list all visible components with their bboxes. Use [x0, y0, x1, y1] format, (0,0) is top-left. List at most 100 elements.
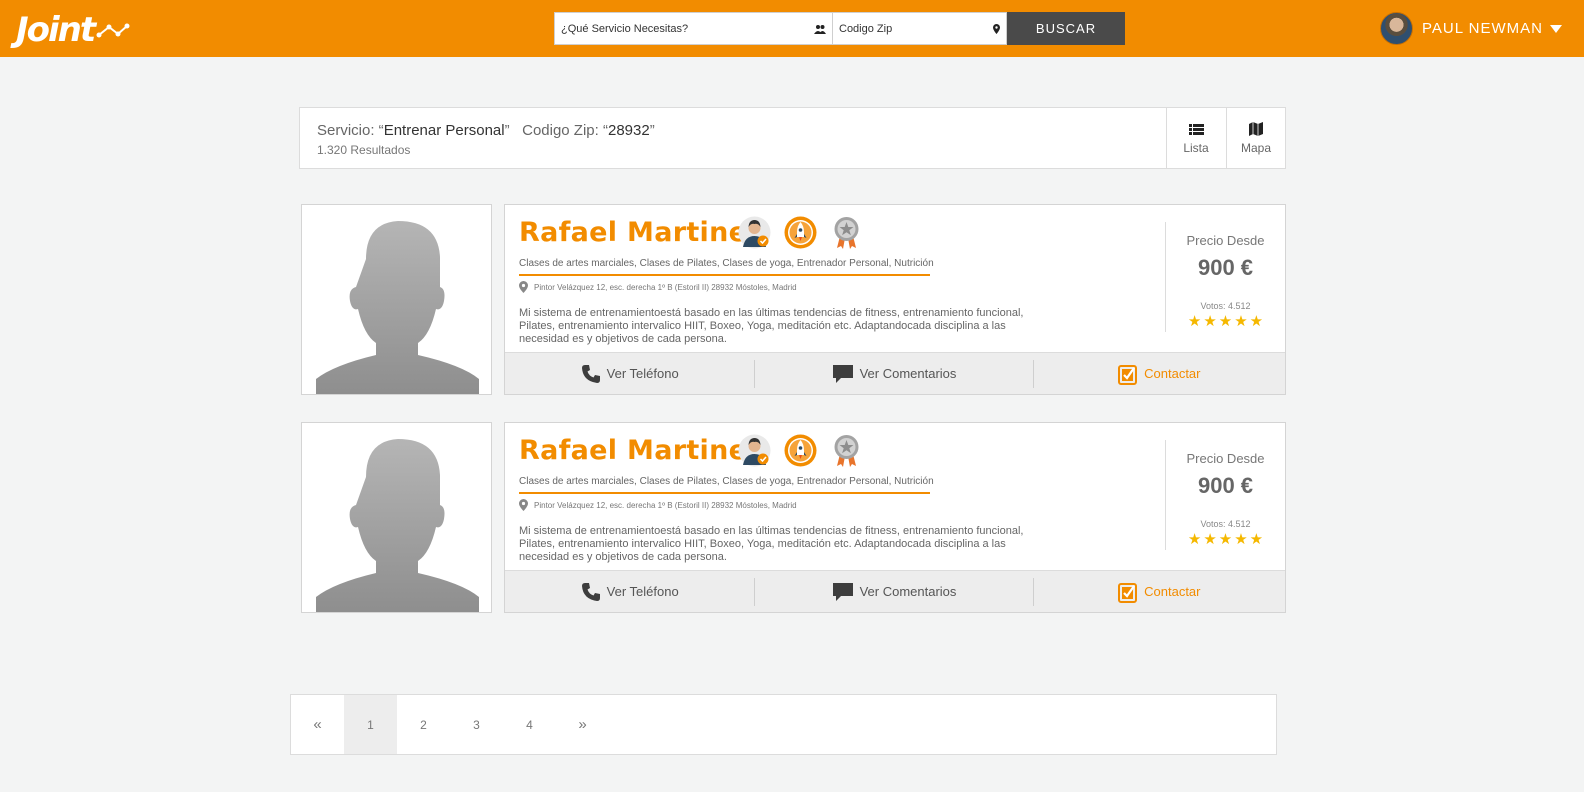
- star-icon: ★: [1234, 313, 1248, 330]
- star-icon: ★: [1203, 313, 1217, 330]
- provider-description: Mi sistema de entrenamientoestá basado e…: [519, 525, 1024, 563]
- zip-prefix: Codigo Zip: “: [522, 122, 608, 139]
- card-actions: Ver Teléfono Ver Comentarios Contactar: [505, 352, 1285, 394]
- top-navigation-bar: Joint Buscar PAUL NEWMAN: [0, 0, 1584, 57]
- view-phone-label: Ver Teléfono: [606, 584, 679, 599]
- map-view-label: Mapa: [1240, 141, 1272, 155]
- phone-icon: [581, 582, 601, 602]
- person-silhouette-icon: [316, 439, 479, 612]
- price-box: Precio Desde 900 € Votos: 4.512 ★ ★ ★ ★ ★: [1165, 222, 1285, 332]
- map-icon: [1249, 121, 1263, 137]
- view-comments-button[interactable]: Ver Comentarios: [755, 353, 1032, 395]
- address: Pintor Velázquez 12, esc. derecha 1º B (…: [519, 281, 797, 293]
- service-prefix: Servicio: “: [317, 122, 384, 139]
- pagination: « 1 2 3 4 »: [290, 694, 1277, 755]
- service-categories: Clases de artes marciales, Clases de Pil…: [519, 258, 934, 269]
- chevron-down-icon: [1550, 25, 1562, 33]
- divider-line: [519, 492, 930, 494]
- price-box: Precio Desde 900 € Votos: 4.512 ★ ★ ★ ★ ★: [1165, 440, 1285, 550]
- verified-user-badge-icon: [738, 216, 771, 249]
- service-search-input[interactable]: [561, 22, 814, 35]
- view-phone-button[interactable]: Ver Teléfono: [505, 353, 754, 395]
- search-bar: Buscar: [554, 12, 1125, 45]
- zip-code-field[interactable]: [833, 12, 1007, 45]
- view-phone-label: Ver Teléfono: [606, 366, 679, 381]
- list-view-label: Lista: [1183, 141, 1209, 155]
- logo-text: Joint: [16, 10, 96, 50]
- badges: [738, 216, 863, 249]
- comment-icon: [832, 364, 854, 384]
- star-icon: ★: [1203, 531, 1217, 548]
- service-value: Entrenar Personal: [383, 122, 505, 139]
- price-label: Precio Desde: [1186, 233, 1265, 248]
- zip-suffix: ”: [649, 122, 655, 139]
- location-pin-icon: [993, 23, 1000, 34]
- checkbox-icon: [1118, 363, 1138, 385]
- contact-label: Contactar: [1144, 366, 1201, 381]
- address: Pintor Velázquez 12, esc. derecha 1º B (…: [519, 499, 797, 511]
- pagination-next[interactable]: »: [556, 695, 609, 754]
- pagination-page-2[interactable]: 2: [397, 695, 450, 754]
- provider-description: Mi sistema de entrenamientoestá basado e…: [519, 307, 1024, 345]
- results-count: 1.320 Resultados: [317, 143, 411, 157]
- service-suffix: ”: [504, 122, 510, 139]
- person-silhouette-icon: [316, 221, 479, 394]
- badges: [738, 434, 863, 467]
- price-label: Precio Desde: [1186, 451, 1265, 466]
- comment-icon: [832, 582, 854, 602]
- zip-code-input[interactable]: [839, 22, 993, 35]
- star-icon: ★: [1187, 313, 1202, 330]
- price-value: 900 €: [1197, 473, 1254, 498]
- contact-button[interactable]: Contactar: [1034, 571, 1285, 613]
- checkbox-icon: [1118, 581, 1138, 603]
- star-rating: ★ ★ ★ ★ ★: [1166, 314, 1285, 329]
- profile-photo-placeholder[interactable]: [301, 204, 492, 395]
- view-phone-button[interactable]: Ver Teléfono: [505, 571, 754, 613]
- joint-logo[interactable]: Joint: [16, 9, 151, 51]
- pagination-prev[interactable]: «: [291, 695, 344, 754]
- logo-network-icon: [96, 23, 130, 38]
- map-view-button[interactable]: Mapa: [1226, 108, 1285, 168]
- list-view-button[interactable]: Lista: [1166, 108, 1225, 168]
- contact-button[interactable]: Contactar: [1034, 353, 1285, 395]
- search-summary: Servicio: “Entrenar Personal” Codigo Zip…: [299, 107, 1286, 169]
- user-menu[interactable]: PAUL NEWMAN: [1379, 11, 1562, 45]
- address-text: Pintor Velázquez 12, esc. derecha 1º B (…: [534, 282, 797, 292]
- view-comments-label: Ver Comentarios: [859, 584, 957, 599]
- rocket-badge-icon: [784, 216, 817, 249]
- star-icon: ★: [1218, 313, 1233, 330]
- view-comments-button[interactable]: Ver Comentarios: [755, 571, 1032, 613]
- pagination-page-3[interactable]: 3: [450, 695, 503, 754]
- location-pin-icon: [519, 281, 528, 293]
- star-rating: ★ ★ ★ ★ ★: [1166, 532, 1285, 547]
- view-comments-label: Ver Comentarios: [859, 366, 957, 381]
- award-medal-badge-icon: [830, 216, 863, 249]
- search-criteria: Servicio: “Entrenar Personal” Codigo Zip…: [317, 122, 655, 139]
- votes-count: Votos: 4.512: [1200, 519, 1251, 529]
- provider-name[interactable]: Rafael Martinez: [519, 435, 763, 466]
- pagination-page-1[interactable]: 1: [344, 695, 397, 754]
- rocket-badge-icon: [784, 434, 817, 467]
- location-pin-icon: [519, 499, 528, 511]
- people-icon: [814, 24, 826, 34]
- result-card: Rafael Martinez Clases de artes marciale…: [504, 422, 1286, 613]
- star-icon: ★: [1234, 531, 1248, 548]
- phone-icon: [581, 364, 601, 384]
- contact-label: Contactar: [1144, 584, 1201, 599]
- result-card: Rafael Martinez Clases de artes marciale…: [504, 204, 1286, 395]
- service-categories: Clases de artes marciales, Clases de Pil…: [519, 476, 934, 487]
- provider-name[interactable]: Rafael Martinez: [519, 217, 763, 248]
- star-icon: ★: [1249, 531, 1264, 548]
- card-actions: Ver Teléfono Ver Comentarios Contactar: [505, 570, 1285, 612]
- zip-value: 28932: [607, 122, 650, 139]
- search-button[interactable]: Buscar: [1007, 12, 1125, 45]
- price-value: 900 €: [1197, 255, 1254, 280]
- verified-user-badge-icon: [738, 434, 771, 467]
- award-medal-badge-icon: [830, 434, 863, 467]
- list-icon: [1188, 121, 1204, 137]
- address-text: Pintor Velázquez 12, esc. derecha 1º B (…: [534, 500, 797, 510]
- service-search-field[interactable]: [554, 12, 833, 45]
- profile-photo-placeholder[interactable]: [301, 422, 492, 613]
- divider-line: [519, 274, 930, 276]
- pagination-page-4[interactable]: 4: [503, 695, 556, 754]
